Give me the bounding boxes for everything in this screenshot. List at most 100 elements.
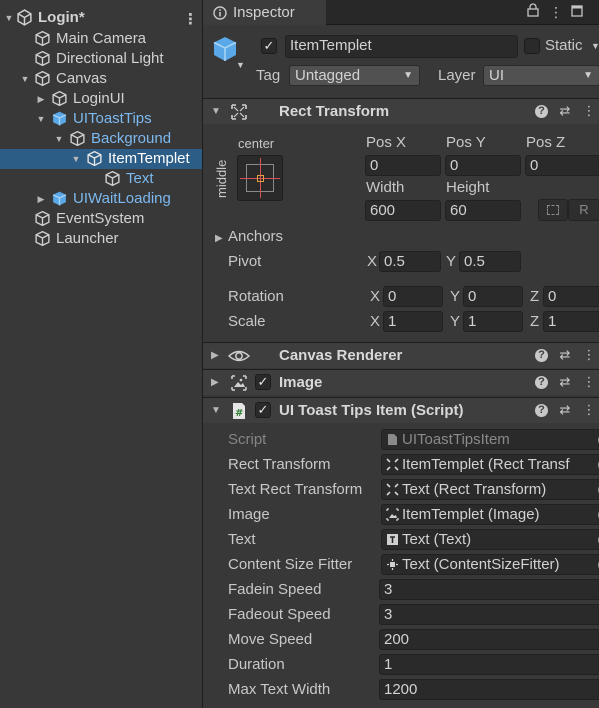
- foldout-arrow-icon[interactable]: ▼: [211, 106, 221, 117]
- text-component-icon: [387, 534, 398, 545]
- pivot-y-axis-label: Y: [446, 253, 457, 270]
- component-menu-icon[interactable]: ⋮: [581, 347, 597, 363]
- fadein-speed-field[interactable]: 3: [379, 579, 599, 600]
- content-size-fitter-icon: [387, 559, 398, 570]
- hierarchy-item-loginui[interactable]: ▶ LoginUI: [0, 89, 202, 109]
- max-text-width-field[interactable]: 1200: [379, 679, 599, 700]
- script-object-field[interactable]: UIToastTipsItem: [381, 429, 599, 450]
- lock-icon[interactable]: [523, 2, 543, 22]
- csharp-script-icon: #: [233, 403, 245, 419]
- scale-z-field[interactable]: 1: [543, 311, 599, 332]
- fadeout-speed-label: Fadeout Speed: [228, 606, 331, 623]
- component-menu-icon[interactable]: ⋮: [581, 374, 597, 390]
- hierarchy-item-eventsystem[interactable]: EventSystem: [0, 209, 202, 229]
- canvas-renderer-header[interactable]: ▶ Canvas Renderer ? ⇄ ⋮: [203, 342, 599, 368]
- maximize-icon[interactable]: [567, 2, 587, 22]
- text-object-field[interactable]: Text (Text): [381, 529, 599, 550]
- scene-menu-icon[interactable]: ⋮: [183, 10, 198, 28]
- blueprint-mode-button[interactable]: [538, 199, 568, 221]
- rotation-z-field[interactable]: 0: [543, 286, 599, 307]
- hierarchy-item-itemtemplet[interactable]: ▼ ItemTemplet: [0, 149, 202, 169]
- foldout-arrow-icon[interactable]: ▼: [36, 114, 46, 124]
- pos-z-field[interactable]: 0: [525, 155, 599, 176]
- script-enabled-checkbox[interactable]: ✓: [255, 402, 271, 418]
- chevron-down-icon: ▼: [583, 70, 593, 81]
- canvas-renderer-title: Canvas Renderer: [279, 347, 403, 364]
- pivot-x-field[interactable]: 0.5: [379, 251, 441, 272]
- hierarchy-item-label: Launcher: [56, 230, 119, 247]
- hierarchy-item-canvas[interactable]: ▼ Canvas: [0, 69, 202, 89]
- hierarchy-item-launcher[interactable]: Launcher: [0, 229, 202, 249]
- scale-y-field[interactable]: 1: [463, 311, 523, 332]
- pivot-label: Pivot: [228, 253, 262, 270]
- hierarchy-item-background[interactable]: ▼ Background: [0, 129, 202, 149]
- active-checkbox[interactable]: ✓: [261, 38, 277, 54]
- pivot-y-field[interactable]: 0.5: [459, 251, 521, 272]
- anchor-presets-button[interactable]: [237, 155, 283, 201]
- foldout-arrow-icon[interactable]: ▼: [4, 13, 14, 23]
- scale-y-axis-label: Y: [450, 313, 461, 330]
- image-object-field[interactable]: ItemTemplet (Image): [381, 504, 599, 525]
- text-object-value: Text (Text): [402, 531, 472, 548]
- raw-edit-button[interactable]: R: [568, 199, 599, 221]
- rect-transform-object-field[interactable]: ItemTemplet (Rect Transf: [381, 454, 599, 475]
- hierarchy-item-directional-light[interactable]: Directional Light: [0, 49, 202, 69]
- help-icon[interactable]: ?: [535, 105, 548, 118]
- scale-z-axis-label: Z: [530, 313, 540, 330]
- foldout-arrow-icon[interactable]: ▼: [71, 154, 81, 164]
- rect-transform-header[interactable]: ▼ Rect Transform ? ⇄ ⋮: [203, 98, 599, 124]
- presets-icon[interactable]: ⇄: [557, 347, 573, 363]
- object-name-field[interactable]: ItemTemplet: [285, 35, 518, 58]
- width-field[interactable]: 600: [365, 200, 441, 221]
- layer-dropdown[interactable]: UI ▼: [483, 65, 599, 86]
- inspector-panel: Inspector ⋮ ▼ ✓ ItemTemplet Static ▼ Tag…: [202, 0, 599, 708]
- hierarchy-item-main-camera[interactable]: Main Camera: [0, 29, 202, 49]
- icon-dropdown-arrow-icon[interactable]: ▼: [236, 60, 245, 70]
- scale-x-field[interactable]: 1: [383, 311, 443, 332]
- tag-dropdown[interactable]: Untagged ▼: [289, 65, 420, 86]
- static-checkbox[interactable]: [524, 38, 540, 54]
- fadeout-speed-field[interactable]: 3: [379, 604, 599, 625]
- tab-menu-icon[interactable]: ⋮: [546, 2, 566, 22]
- text-rect-transform-object-field[interactable]: Text (Rect Transform): [381, 479, 599, 500]
- foldout-arrow-icon[interactable]: ▶: [36, 194, 46, 204]
- anchors-foldout-icon[interactable]: ▶: [215, 233, 223, 244]
- foldout-arrow-icon[interactable]: ▼: [20, 74, 30, 84]
- foldout-arrow-icon[interactable]: ▶: [211, 377, 219, 388]
- rotation-x-axis-label: X: [370, 288, 381, 305]
- foldout-arrow-icon[interactable]: ▼: [211, 405, 221, 416]
- rotation-x-field[interactable]: 0: [383, 286, 443, 307]
- foldout-arrow-icon[interactable]: ▶: [211, 350, 219, 361]
- pos-x-field[interactable]: 0: [365, 155, 441, 176]
- gameobject-cube-icon: [213, 37, 237, 61]
- image-header[interactable]: ▶ ✓ Image ? ⇄ ⋮: [203, 369, 599, 395]
- presets-icon[interactable]: ⇄: [557, 402, 573, 418]
- image-enabled-checkbox[interactable]: ✓: [255, 374, 271, 390]
- component-menu-icon[interactable]: ⋮: [581, 402, 597, 418]
- presets-icon[interactable]: ⇄: [557, 103, 573, 119]
- static-dropdown-arrow-icon[interactable]: ▼: [591, 41, 599, 51]
- hierarchy-item-uiwaitloading[interactable]: ▶ UIWaitLoading: [0, 189, 202, 209]
- duration-field[interactable]: 1: [379, 654, 599, 675]
- image-object-value: ItemTemplet (Image): [402, 506, 540, 523]
- foldout-arrow-icon[interactable]: ▼: [54, 134, 64, 144]
- pos-y-field[interactable]: 0: [445, 155, 521, 176]
- hierarchy-item-uitoasttips[interactable]: ▼ UIToastTips: [0, 109, 202, 129]
- scene-row[interactable]: ▼ Login* ⋮: [0, 8, 202, 28]
- presets-icon[interactable]: ⇄: [557, 374, 573, 390]
- rotation-y-field[interactable]: 0: [463, 286, 523, 307]
- content-size-fitter-object-field[interactable]: Text (ContentSizeFitter): [381, 554, 599, 575]
- component-menu-icon[interactable]: ⋮: [581, 103, 597, 119]
- foldout-arrow-icon[interactable]: ▶: [36, 94, 46, 104]
- script-component-header[interactable]: ▼ # ✓ UI Toast Tips Item (Script) ? ⇄ ⋮: [203, 397, 599, 423]
- move-speed-field[interactable]: 200: [379, 629, 599, 650]
- tab-inspector[interactable]: Inspector: [203, 0, 326, 25]
- hierarchy-item-text[interactable]: Text: [0, 169, 202, 189]
- pivot-x-axis-label: X: [367, 253, 378, 270]
- help-icon[interactable]: ?: [535, 376, 548, 389]
- help-icon[interactable]: ?: [535, 349, 548, 362]
- height-field[interactable]: 60: [445, 200, 521, 221]
- pos-x-label: Pos X: [366, 134, 407, 151]
- help-icon[interactable]: ?: [535, 404, 548, 417]
- gameobject-cube-icon: [35, 50, 50, 67]
